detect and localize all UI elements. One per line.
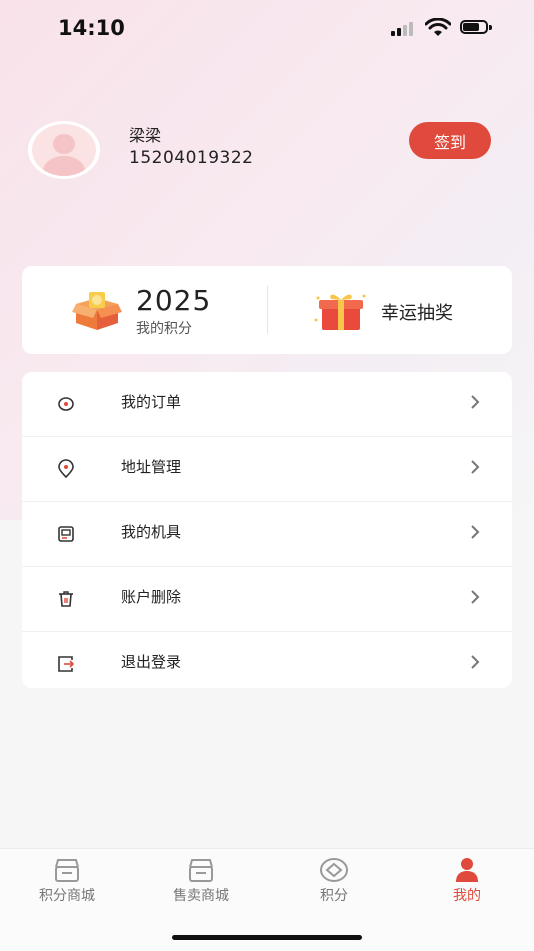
status-time: 14:10: [58, 16, 125, 40]
chevron-right-icon: [471, 655, 480, 669]
gift-icon: [314, 294, 366, 330]
checkin-button[interactable]: 签到: [409, 122, 491, 159]
status-bar: 14:10: [0, 0, 534, 58]
store-icon: [55, 859, 79, 882]
order-icon: [58, 397, 74, 411]
menu-list: 我的订单 地址管理 我的机具 账户删除 退出登录: [22, 372, 512, 688]
points-label: 我的积分: [136, 321, 192, 337]
user-icon: [456, 858, 478, 882]
points-icon: [320, 858, 348, 882]
user-name: 梁梁: [129, 126, 162, 145]
battery-icon: [460, 20, 492, 36]
chevron-right-icon: [471, 525, 480, 539]
menu-item-label: 账户删除: [121, 588, 182, 606]
chevron-right-icon: [471, 590, 480, 604]
tab-label: 售卖商城: [173, 888, 229, 904]
avatar-placeholder-icon: [32, 124, 96, 176]
menu-item-orders[interactable]: 我的订单: [22, 372, 512, 437]
chevron-right-icon: [471, 395, 480, 409]
menu-item-label: 我的订单: [121, 393, 182, 411]
location-icon: [58, 459, 74, 479]
device-icon: [58, 526, 74, 542]
points-box-icon: [72, 292, 122, 330]
home-indicator: [172, 935, 362, 940]
avatar[interactable]: [28, 121, 100, 179]
lucky-draw[interactable]: 幸运抽奖: [268, 266, 512, 354]
tab-points[interactable]: 积分: [267, 849, 401, 919]
menu-item-label: 退出登录: [121, 653, 182, 671]
chevron-right-icon: [471, 460, 480, 474]
menu-item-address[interactable]: 地址管理: [22, 437, 512, 502]
my-points[interactable]: 2025 我的积分: [22, 266, 267, 354]
user-phone: 15204019322: [129, 148, 254, 168]
logout-icon: [58, 656, 75, 672]
tab-points-mall[interactable]: 积分商城: [0, 849, 134, 919]
menu-item-delete-account[interactable]: 账户删除: [22, 567, 512, 632]
signal-icon: [391, 22, 419, 36]
tab-label: 我的: [453, 888, 481, 904]
menu-item-label: 我的机具: [121, 523, 182, 541]
points-card: 2025 我的积分 幸运抽奖: [22, 266, 512, 354]
tab-sales-mall[interactable]: 售卖商城: [134, 849, 268, 919]
wifi-icon: [425, 18, 451, 36]
trash-icon: [59, 591, 73, 607]
menu-item-devices[interactable]: 我的机具: [22, 502, 512, 567]
menu-item-label: 地址管理: [121, 458, 182, 476]
menu-item-logout[interactable]: 退出登录: [22, 632, 512, 697]
tab-label: 积分: [320, 888, 348, 904]
lucky-draw-label: 幸运抽奖: [381, 303, 453, 324]
tab-mine[interactable]: 我的: [400, 849, 534, 919]
tab-label: 积分商城: [39, 888, 95, 904]
points-value: 2025: [136, 284, 212, 317]
store-icon: [189, 859, 213, 882]
